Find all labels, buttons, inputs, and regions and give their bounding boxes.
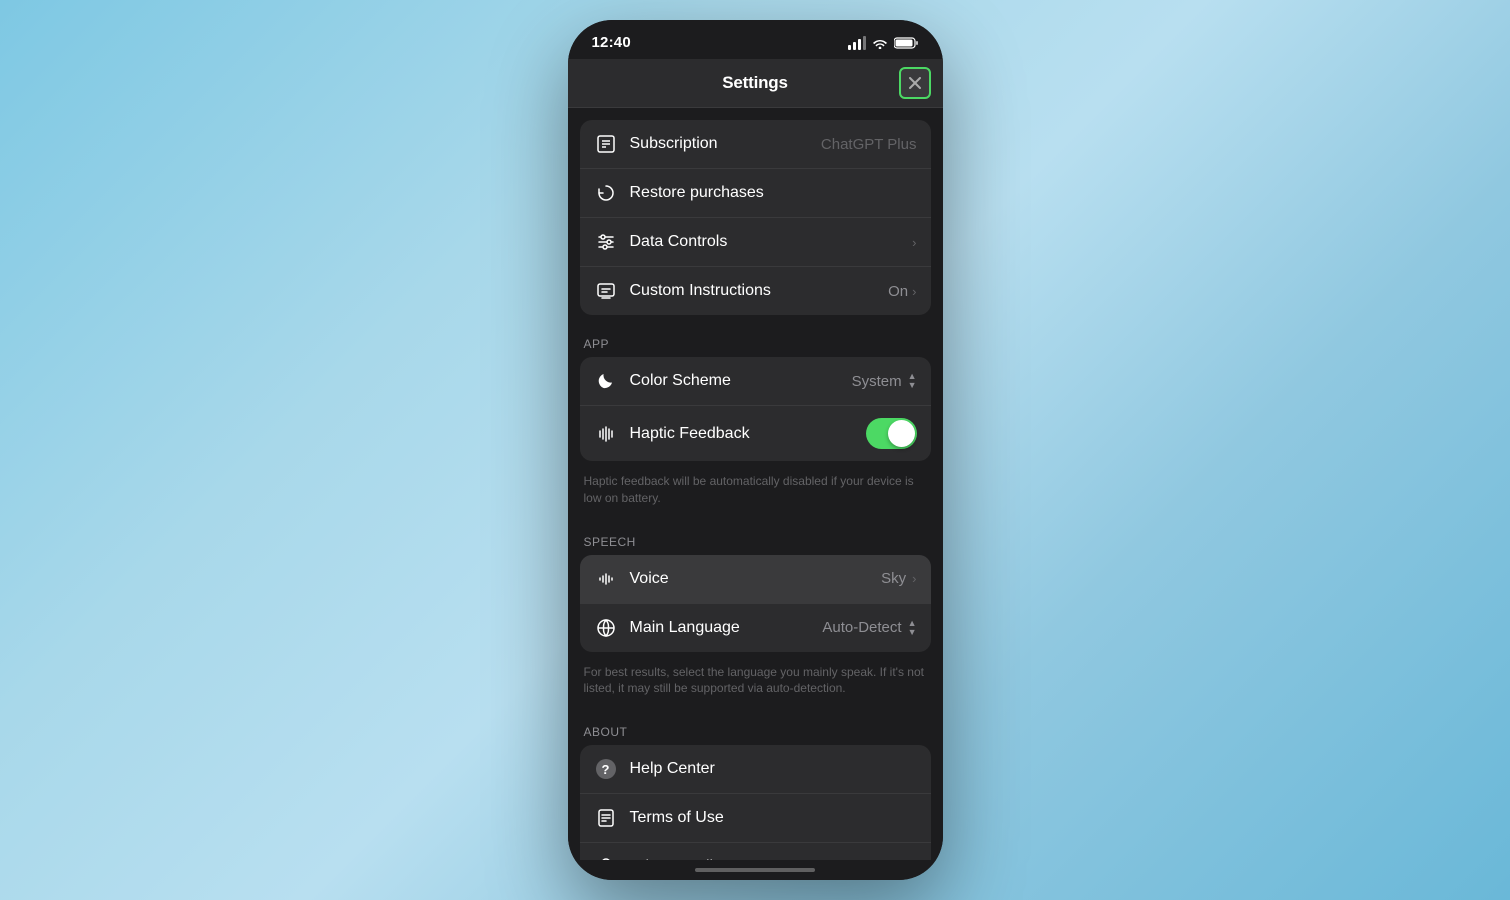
- close-button[interactable]: [899, 67, 931, 99]
- custom-instructions-label: Custom Instructions: [630, 282, 889, 300]
- haptic-toggle[interactable]: [866, 418, 917, 449]
- data-controls-icon: [594, 230, 618, 254]
- custom-instructions-row[interactable]: Custom Instructions On ›: [580, 266, 931, 315]
- home-indicator: [568, 860, 943, 880]
- status-bar: 12:40: [568, 20, 943, 59]
- app-section-label: APP: [568, 321, 943, 357]
- color-scheme-label: Color Scheme: [630, 372, 852, 390]
- help-center-row[interactable]: ? Help Center: [580, 745, 931, 793]
- main-language-updown-icon: ▲ ▼: [908, 619, 917, 637]
- settings-title: Settings: [722, 73, 787, 93]
- status-icons: [848, 36, 919, 50]
- wifi-icon: [872, 37, 888, 49]
- account-group: Subscription ChatGPT Plus Restore purcha…: [580, 120, 931, 315]
- subscription-label: Subscription: [630, 135, 821, 153]
- signal-bars-icon: [848, 36, 866, 50]
- haptic-hint: Haptic feedback will be automatically di…: [568, 467, 943, 519]
- speech-hint: For best results, select the language yo…: [568, 658, 943, 710]
- phone-frame: 12:40 Settings: [568, 20, 943, 880]
- moon-icon: [594, 369, 618, 393]
- status-time: 12:40: [592, 34, 631, 51]
- voice-label: Voice: [630, 570, 882, 588]
- subscription-value: ChatGPT Plus: [821, 136, 917, 153]
- settings-header: Settings: [568, 59, 943, 108]
- privacy-policy-row[interactable]: Privacy Policy: [580, 842, 931, 860]
- close-icon: [909, 77, 921, 89]
- custom-instructions-icon: [594, 279, 618, 303]
- privacy-policy-label: Privacy Policy: [630, 858, 917, 860]
- speech-section-label: SPEECH: [568, 519, 943, 555]
- data-controls-chevron: ›: [912, 235, 916, 250]
- voice-value: Sky: [881, 570, 906, 587]
- settings-panel: Subscription ChatGPT Plus Restore purcha…: [568, 108, 943, 860]
- data-controls-label: Data Controls: [630, 233, 913, 251]
- app-group: Color Scheme System ▲ ▼: [580, 357, 931, 461]
- color-scheme-value: System: [852, 373, 902, 390]
- settings-content: Subscription ChatGPT Plus Restore purcha…: [568, 120, 943, 860]
- globe-icon: [594, 616, 618, 640]
- custom-instructions-chevron: ›: [912, 284, 916, 299]
- main-language-value: Auto-Detect: [822, 619, 901, 636]
- about-group: ? Help Center Terms of Use: [580, 745, 931, 860]
- subscription-row[interactable]: Subscription ChatGPT Plus: [580, 120, 931, 168]
- haptic-feedback-row[interactable]: Haptic Feedback: [580, 405, 931, 461]
- restore-label: Restore purchases: [630, 184, 917, 202]
- terms-icon: [594, 806, 618, 830]
- voice-row[interactable]: Voice Sky ›: [580, 555, 931, 603]
- voice-chevron: ›: [912, 571, 916, 586]
- subscription-icon: [594, 132, 618, 156]
- haptic-feedback-label: Haptic Feedback: [630, 425, 866, 443]
- terms-of-use-row[interactable]: Terms of Use: [580, 793, 931, 842]
- main-language-row[interactable]: Main Language Auto-Detect ▲ ▼: [580, 603, 931, 652]
- main-language-label: Main Language: [630, 619, 823, 637]
- home-bar: [695, 868, 815, 872]
- custom-instructions-value: On: [888, 283, 908, 300]
- speech-group: Voice Sky › Main Language: [580, 555, 931, 652]
- help-icon: ?: [594, 757, 618, 781]
- terms-of-use-label: Terms of Use: [630, 809, 917, 827]
- haptic-icon: [594, 422, 618, 446]
- battery-icon: [894, 37, 919, 49]
- about-section-label: ABOUT: [568, 709, 943, 745]
- help-center-label: Help Center: [630, 760, 917, 778]
- data-controls-row[interactable]: Data Controls ›: [580, 217, 931, 266]
- privacy-icon: [594, 855, 618, 860]
- color-scheme-row[interactable]: Color Scheme System ▲ ▼: [580, 357, 931, 405]
- restore-icon: [594, 181, 618, 205]
- color-scheme-updown-icon: ▲ ▼: [908, 372, 917, 390]
- voice-icon: [594, 567, 618, 591]
- restore-purchases-row[interactable]: Restore purchases: [580, 168, 931, 217]
- haptic-toggle-thumb: [888, 420, 915, 447]
